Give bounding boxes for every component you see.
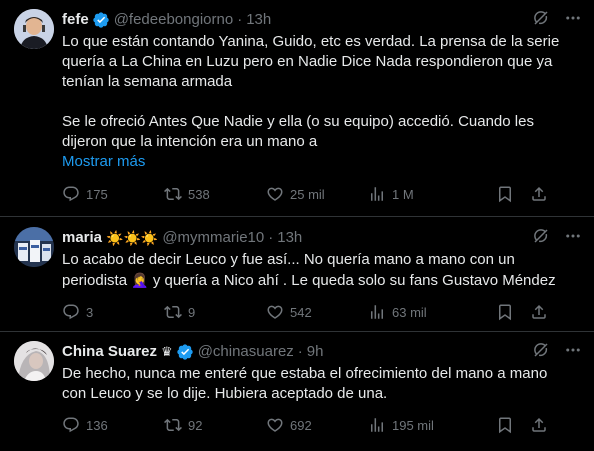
tweet-content: China Suarez ♛ @chinasuarez · 9h De hech… <box>62 341 582 451</box>
separator-dot: · <box>297 343 303 360</box>
tweet-paragraph: Lo que están contando Yanina, Guido, etc… <box>62 33 560 90</box>
grok-icon[interactable] <box>532 341 550 359</box>
tweet-text-part: y quería a Nico ahí . Le queda solo su f… <box>152 272 556 289</box>
like-button[interactable]: 25 mil <box>266 185 368 203</box>
retweet-icon <box>164 185 182 203</box>
tweet-text: Lo que están contando Yanina, Guido, etc… <box>62 32 582 172</box>
reply-count: 3 <box>86 304 94 320</box>
tweet-header: fefe @fedeebongiorno · 13h <box>62 9 582 31</box>
like-count: 692 <box>290 417 312 433</box>
show-more-link[interactable]: Mostrar más <box>62 152 145 172</box>
views-button[interactable]: 63 mil <box>368 303 476 321</box>
retweet-button[interactable]: 9 <box>164 303 266 321</box>
timestamp[interactable]: 9h <box>307 342 324 362</box>
crown-icon: ♛ <box>161 344 173 359</box>
avatar-column <box>14 9 62 216</box>
verified-badge-icon <box>92 11 110 29</box>
timestamp[interactable]: 13h <box>277 228 302 248</box>
action-bar: 136 92 692 195 mil <box>62 416 582 434</box>
retweet-count: 9 <box>188 304 196 320</box>
like-count: 25 mil <box>290 186 325 202</box>
tweet-paragraph: Se le ofreció Antes Que Nadie y ella (o … <box>62 113 534 150</box>
author-name[interactable]: maria <box>62 228 102 248</box>
bar-chart-icon <box>368 416 386 434</box>
avatar[interactable] <box>14 227 54 267</box>
tweet-feed: fefe @fedeebongiorno · 13h Lo que están … <box>0 0 594 451</box>
name-emojis: ☀️☀️☀️ <box>106 230 159 246</box>
reply-icon <box>62 416 80 434</box>
action-bar: 3 9 542 63 mil <box>62 303 582 321</box>
retweet-count: 538 <box>188 186 210 202</box>
verified-badge-icon <box>176 343 194 361</box>
reply-icon <box>62 303 80 321</box>
separator-dot: · <box>237 11 243 28</box>
views-button[interactable]: 1 M <box>368 185 476 203</box>
action-end-group <box>496 303 548 321</box>
retweet-count: 92 <box>188 417 203 433</box>
avatar-column <box>14 341 62 451</box>
more-options-icon[interactable] <box>564 227 582 245</box>
separator-dot: · <box>268 229 274 246</box>
tweet-header: maria ☀️☀️☀️ @mymmarie10 · 13h <box>62 227 582 249</box>
like-count: 542 <box>290 304 312 320</box>
tweet-header: China Suarez ♛ @chinasuarez · 9h <box>62 341 582 363</box>
view-count: 195 mil <box>392 417 434 433</box>
tweet-paragraph: De hecho, nunca me enteré que estaba el … <box>62 365 548 402</box>
tweet-text: De hecho, nunca me enteré que estaba el … <box>62 364 582 404</box>
action-bar: 175 538 25 mil 1 M <box>62 185 582 203</box>
tweet-content: maria ☀️☀️☀️ @mymmarie10 · 13h Lo acabo … <box>62 227 582 331</box>
tweet[interactable]: maria ☀️☀️☀️ @mymmarie10 · 13h Lo acabo … <box>0 217 594 332</box>
reply-count: 175 <box>86 186 108 202</box>
heart-icon <box>266 185 284 203</box>
more-options-icon[interactable] <box>564 341 582 359</box>
reply-count: 136 <box>86 417 108 433</box>
grok-icon[interactable] <box>532 227 550 245</box>
tweet-top-actions <box>532 9 582 27</box>
reply-button[interactable]: 3 <box>62 303 164 321</box>
share-icon[interactable] <box>530 185 548 203</box>
tweet[interactable]: China Suarez ♛ @chinasuarez · 9h De hech… <box>0 332 594 451</box>
timestamp[interactable]: 13h <box>246 10 271 30</box>
reply-button[interactable]: 136 <box>62 416 164 434</box>
author-handle[interactable]: @chinasuarez <box>198 342 294 362</box>
tweet[interactable]: fefe @fedeebongiorno · 13h Lo que están … <box>0 0 594 217</box>
avatar[interactable] <box>14 341 54 381</box>
more-options-icon[interactable] <box>564 9 582 27</box>
like-button[interactable]: 542 <box>266 303 368 321</box>
tweet-top-actions <box>532 227 582 245</box>
author-handle[interactable]: @fedeebongiorno <box>114 10 234 30</box>
retweet-icon <box>164 303 182 321</box>
bookmark-icon[interactable] <box>496 185 514 203</box>
author-handle[interactable]: @mymmarie10 <box>162 228 264 248</box>
bookmark-icon[interactable] <box>496 303 514 321</box>
view-count: 1 M <box>392 186 414 202</box>
views-button[interactable]: 195 mil <box>368 416 476 434</box>
avatar-column <box>14 227 62 331</box>
retweet-icon <box>164 416 182 434</box>
reply-button[interactable]: 175 <box>62 185 164 203</box>
action-end-group <box>496 185 548 203</box>
tweet-top-actions <box>532 341 582 359</box>
bar-chart-icon <box>368 185 386 203</box>
share-icon[interactable] <box>530 416 548 434</box>
avatar[interactable] <box>14 9 54 49</box>
share-icon[interactable] <box>530 303 548 321</box>
author-name[interactable]: fefe <box>62 10 89 30</box>
action-end-group <box>496 416 548 434</box>
reply-icon <box>62 185 80 203</box>
tweet-text: Lo acabo de decir Leuco y fue así... No … <box>62 250 582 291</box>
author-name[interactable]: China Suarez <box>62 342 157 362</box>
like-button[interactable]: 692 <box>266 416 368 434</box>
view-count: 63 mil <box>392 304 427 320</box>
bookmark-icon[interactable] <box>496 416 514 434</box>
retweet-button[interactable]: 92 <box>164 416 266 434</box>
heart-icon <box>266 416 284 434</box>
grok-icon[interactable] <box>532 9 550 27</box>
tweet-content: fefe @fedeebongiorno · 13h Lo que están … <box>62 9 582 216</box>
bar-chart-icon <box>368 303 386 321</box>
heart-icon <box>266 303 284 321</box>
retweet-button[interactable]: 538 <box>164 185 266 203</box>
facepalm-emoji: 🤦‍♀️ <box>131 272 149 288</box>
